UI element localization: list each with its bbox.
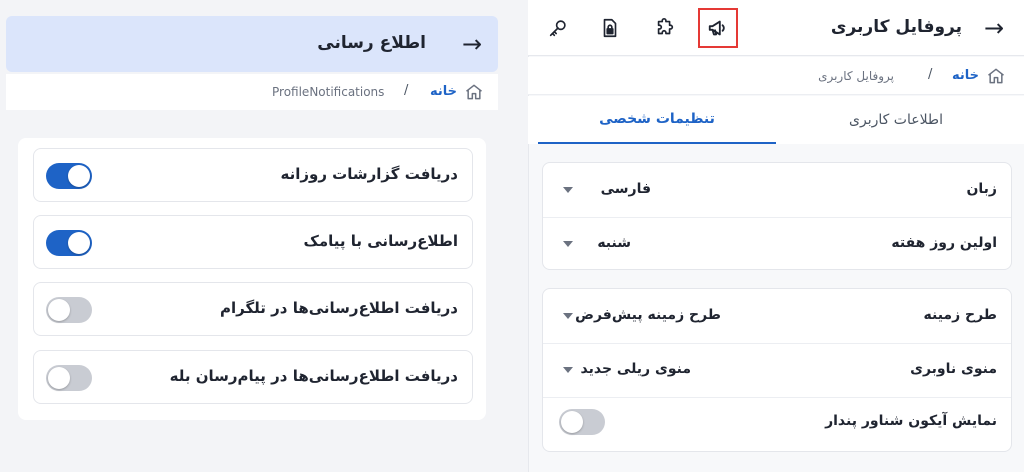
floating-icon-toggle[interactable] [559, 409, 605, 435]
toggle-knob [68, 232, 90, 254]
daily-reports-toggle[interactable] [46, 163, 92, 189]
sms-label: اطلاع‌رسانی با پیامک [303, 232, 458, 250]
page-title: اطلاع رسانی [317, 33, 426, 53]
key-icon[interactable] [538, 8, 578, 48]
nav-menu-caret-icon[interactable] [563, 367, 573, 373]
tab-user-info[interactable]: اطلاعات کاربری [776, 96, 1016, 144]
first-weekday-select-value[interactable]: شنبه [597, 235, 631, 251]
language-label: زبان [966, 181, 997, 197]
theme-select-value[interactable]: طرح زمینه پیش‌فرض [575, 307, 721, 323]
language-select-value[interactable]: فارسی [601, 181, 651, 197]
breadcrumb-current: پروفایل کاربری [818, 69, 894, 83]
breadcrumb: خانه / پروفایل کاربری [528, 57, 1024, 95]
first-weekday-label: اولین روز هفته [891, 235, 997, 251]
home-icon[interactable] [986, 66, 1006, 86]
breadcrumb: خانه / ProfileNotifications [6, 74, 498, 110]
divider [543, 343, 1011, 344]
daily-reports-label: دریافت گزارشات روزانه [280, 165, 459, 183]
language-caret-icon[interactable] [563, 187, 573, 193]
notification-row-telegram: دریافت اطلاع‌رسانی‌ها در تلگرام [33, 282, 473, 336]
notification-row-daily-reports: دریافت گزارشات روزانه [33, 148, 473, 202]
back-arrow-icon[interactable]: → [462, 32, 482, 56]
page-title: پروفایل کاربری [830, 17, 962, 37]
breadcrumb-home[interactable]: خانه [430, 84, 457, 99]
home-icon[interactable] [464, 82, 484, 102]
theme-label: طرح زمینه [923, 307, 997, 323]
breadcrumb-separator: / [928, 67, 933, 82]
megaphone-icon[interactable] [698, 8, 738, 48]
nav-menu-label: منوی ناوبری [910, 361, 997, 377]
lock-file-icon[interactable] [590, 8, 630, 48]
breadcrumb-home[interactable]: خانه [952, 68, 979, 83]
notification-row-sms: اطلاع‌رسانی با پیامک [33, 215, 473, 269]
profile-header: → پروفایل کاربری [528, 0, 1024, 56]
breadcrumb-current: ProfileNotifications [272, 85, 385, 99]
divider [543, 217, 1011, 218]
toggle-knob [48, 367, 70, 389]
appearance-card: طرح زمینه طرح زمینه پیش‌فرض منوی ناوبری … [542, 288, 1012, 452]
bale-toggle[interactable] [46, 365, 92, 391]
breadcrumb-separator: / [404, 83, 409, 98]
telegram-toggle[interactable] [46, 297, 92, 323]
first-weekday-caret-icon[interactable] [563, 241, 573, 247]
toggle-knob [48, 299, 70, 321]
notification-row-bale: دریافت اطلاع‌رسانی‌ها در پیام‌رسان بله [33, 350, 473, 404]
theme-caret-icon[interactable] [563, 313, 573, 319]
bale-label: دریافت اطلاع‌رسانی‌ها در پیام‌رسان بله [169, 367, 458, 385]
back-arrow-icon[interactable]: → [984, 16, 1004, 40]
divider [543, 397, 1011, 398]
puzzle-icon[interactable] [645, 8, 685, 48]
notifications-header: → اطلاع رسانی [6, 16, 498, 72]
nav-menu-select-value[interactable]: منوی ریلی جدید [581, 361, 691, 377]
tabs: تنظیمات شخصی اطلاعات کاربری [528, 96, 1024, 144]
locale-card: زبان فارسی اولین روز هفته شنبه [542, 162, 1012, 270]
floating-icon-label: نمایش آیکون شناور پندار [825, 413, 997, 429]
sms-toggle[interactable] [46, 230, 92, 256]
toggle-knob [561, 411, 583, 433]
tab-personal-settings[interactable]: تنظیمات شخصی [538, 96, 776, 144]
toggle-knob [68, 165, 90, 187]
telegram-label: دریافت اطلاع‌رسانی‌ها در تلگرام [219, 299, 458, 317]
